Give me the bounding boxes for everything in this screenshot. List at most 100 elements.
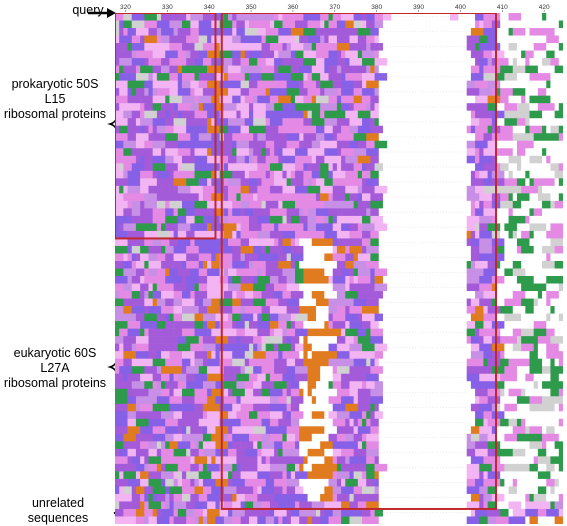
residue-block [349, 351, 359, 359]
residue-block [131, 260, 137, 269]
residue-block [437, 185, 447, 194]
residue-block [537, 253, 547, 262]
residue-block [261, 336, 267, 344]
residue-block [194, 110, 208, 119]
residue-block [366, 433, 380, 442]
residue-block [115, 343, 120, 352]
residue-block [487, 358, 501, 367]
residue-block [165, 50, 174, 59]
residue-block [412, 441, 417, 450]
residue-block [131, 283, 141, 292]
residue-block [295, 373, 308, 382]
residue-block [378, 80, 384, 89]
residue-block [382, 291, 388, 299]
residue-block [537, 95, 551, 104]
residue-block [232, 388, 246, 397]
residue-block [475, 230, 480, 239]
ruler-tick-label: 320 [120, 4, 131, 11]
residue-block [286, 366, 296, 374]
residue-block [253, 313, 258, 322]
residue-block [366, 35, 375, 44]
residue-block [353, 268, 359, 277]
residue-block [265, 343, 275, 352]
residue-block [115, 208, 124, 217]
residue-block [303, 178, 308, 187]
residue-block [479, 20, 484, 29]
residue-block [424, 411, 434, 420]
residue-block [324, 448, 334, 457]
residue-block [512, 238, 518, 247]
residue-block [366, 448, 380, 457]
residue-block [177, 58, 187, 66]
residue-block [387, 291, 401, 299]
residue-block [546, 358, 551, 367]
residue-block [232, 306, 241, 314]
residue-block [554, 200, 563, 209]
residue-block [479, 65, 484, 74]
residue-block [366, 43, 371, 51]
residue-block [274, 486, 283, 495]
residue-block [207, 456, 212, 465]
residue-block [161, 478, 166, 487]
residue-block [278, 351, 283, 359]
residue-block [336, 298, 342, 307]
residue-block [508, 358, 518, 367]
residue-block [516, 418, 522, 427]
residue-block [115, 276, 128, 284]
residue-block [261, 35, 267, 44]
residue-block [420, 426, 430, 435]
residue-block [274, 516, 279, 524]
residue-block [140, 253, 149, 262]
residue-block [382, 396, 396, 405]
residue-block [500, 230, 505, 239]
residue-block [257, 456, 262, 465]
residue-block [144, 328, 149, 337]
residue-block [244, 28, 258, 36]
residue-block [500, 433, 505, 442]
residue-block [412, 35, 417, 44]
residue-block [223, 328, 237, 337]
residue-block [512, 260, 522, 269]
residue-block [240, 403, 254, 412]
residue-block [554, 215, 563, 224]
residue-block [441, 321, 447, 329]
residue-block [353, 208, 367, 217]
residue-block [558, 155, 563, 164]
residue-block [135, 223, 145, 232]
residue-block [161, 373, 170, 382]
residue-block [320, 508, 325, 517]
residue-block [236, 493, 246, 502]
residue-block [261, 291, 275, 299]
residue-block [295, 321, 304, 329]
residue-block [282, 118, 296, 127]
residue-block [525, 28, 530, 36]
residue-block [127, 291, 133, 299]
residue-block [525, 215, 530, 224]
residue-block [152, 358, 166, 367]
residue-block [320, 283, 334, 292]
residue-block [127, 185, 141, 194]
residue-block [328, 298, 338, 307]
residue-block [370, 276, 375, 284]
residue-block [123, 148, 133, 157]
residue-block [412, 43, 426, 51]
residue-block [424, 381, 434, 390]
residue-block [169, 486, 183, 495]
residue-block [437, 88, 451, 96]
residue-block [244, 426, 254, 435]
residue-block [558, 516, 563, 524]
residue-block [437, 381, 442, 390]
residue-block [462, 343, 472, 352]
residue-block [382, 366, 396, 374]
residue-block [181, 291, 191, 299]
residue-block [265, 366, 275, 374]
residue-block [194, 291, 208, 299]
residue-block [223, 140, 233, 149]
residue-block [441, 20, 447, 29]
residue-block [248, 110, 254, 119]
residue-block [223, 73, 229, 81]
residue-block [131, 501, 141, 510]
residue-block [144, 13, 158, 21]
residue-block [257, 328, 271, 337]
residue-block [496, 516, 509, 524]
